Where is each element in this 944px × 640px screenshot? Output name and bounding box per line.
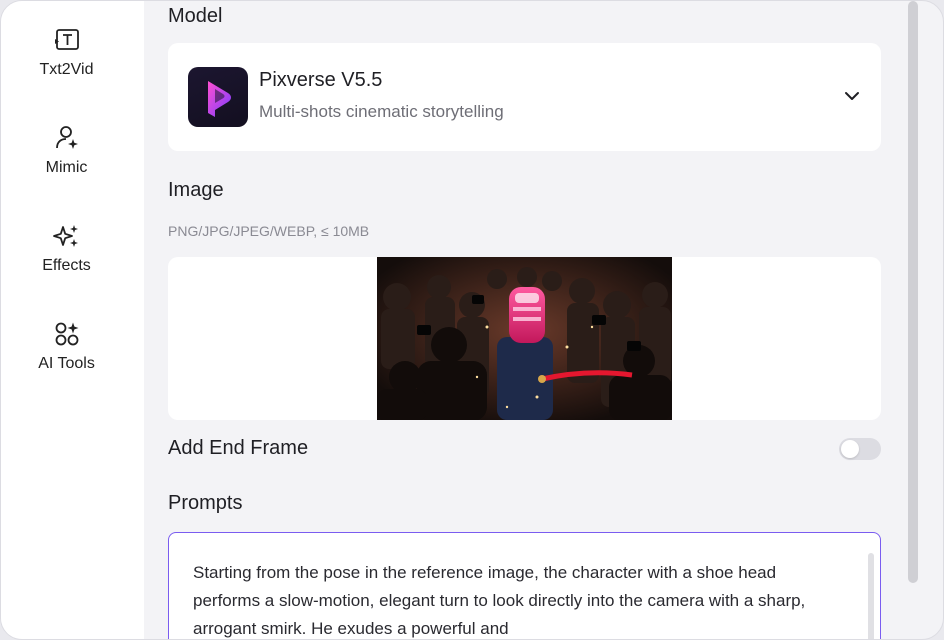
model-selector[interactable]: Pixverse V5.5 Multi-shots cinematic stor… (168, 43, 881, 151)
tools-grid-icon (55, 322, 78, 346)
prompt-scrollbar[interactable] (868, 553, 874, 639)
end-frame-label: Add End Frame (168, 437, 309, 459)
text-to-video-icon (54, 29, 79, 50)
prompt-text: Starting from the pose in the reference … (193, 563, 806, 638)
sidebar-item-label: Mimic (45, 159, 88, 176)
main-panel: Model Pixverse V5.5 Multi-shots cinemati… (144, 1, 909, 639)
chevron-down-icon[interactable] (843, 87, 861, 105)
sidebar-item-label: Effects (42, 257, 91, 274)
prompts-section-label: Prompts (168, 492, 243, 514)
sidebar-item-label: AI Tools (38, 355, 95, 372)
toggle-knob (841, 440, 859, 458)
sidebar: Txt2Vid Mimic Effects AI Tools (1, 1, 144, 639)
image-section-label: Image (168, 179, 224, 201)
model-section-label: Model (168, 5, 223, 27)
sidebar-item-txt2vid[interactable]: Txt2Vid (1, 25, 132, 79)
sidebar-item-mimic[interactable]: Mimic (1, 123, 132, 177)
main-scrollbar[interactable] (908, 1, 918, 583)
sidebar-item-label: Txt2Vid (39, 61, 94, 78)
end-frame-toggle[interactable] (839, 438, 881, 460)
pixverse-logo (188, 67, 248, 127)
app-window: Txt2Vid Mimic Effects AI Tools Model Pix… (0, 0, 944, 640)
model-description: Multi-shots cinematic storytelling (259, 102, 504, 121)
image-upload-area[interactable] (168, 257, 881, 420)
pixverse-logo-icon (208, 81, 231, 117)
model-name: Pixverse V5.5 (259, 69, 383, 91)
red-carpet-photo (377, 257, 672, 420)
person-sparkle-icon (55, 126, 78, 149)
prompt-textarea[interactable]: Starting from the pose in the reference … (168, 532, 881, 639)
sidebar-item-ai-tools[interactable]: AI Tools (1, 319, 132, 373)
image-format-hint: PNG/JPG/JPEG/WEBP, ≤ 10MB (168, 223, 370, 239)
uploaded-image-preview[interactable] (377, 257, 672, 420)
sparkles-icon (52, 225, 78, 247)
sidebar-item-effects[interactable]: Effects (1, 221, 132, 275)
